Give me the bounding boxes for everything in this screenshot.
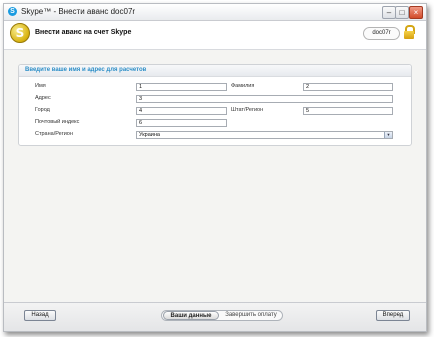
last-name-label: Фамилия xyxy=(231,83,255,89)
section-title: Введите ваше имя и адрес для расчетов xyxy=(25,67,147,73)
forward-button[interactable]: Вперед xyxy=(376,310,410,321)
country-select-value: Украина xyxy=(139,132,160,138)
maximize-button[interactable]: □ xyxy=(395,6,409,19)
state-field[interactable] xyxy=(303,107,393,115)
minimize-button[interactable]: – xyxy=(382,6,396,19)
zip-field[interactable] xyxy=(136,119,227,127)
step-your-details: Ваши данные xyxy=(163,311,219,320)
first-name-field[interactable] xyxy=(136,83,227,91)
progress-steps: Ваши данные Завершить оплату xyxy=(161,310,283,321)
skype-credit-logo xyxy=(10,23,30,43)
zip-label: Почтовый индекс xyxy=(35,119,80,125)
page-header: Внести аванс на счет Skype doc07r xyxy=(4,21,426,50)
country-select[interactable]: Украина ▼ xyxy=(136,131,393,139)
state-label: Штат/Регион xyxy=(231,107,264,113)
section-header: Введите ваше имя и адрес для расчетов xyxy=(19,65,411,77)
window-title: Skype™ - Внести аванс doc07r xyxy=(21,7,136,16)
username-badge: doc07r xyxy=(363,27,400,40)
step-complete-payment: Завершить оплату xyxy=(225,312,277,318)
country-label: Страна/Регион xyxy=(35,131,73,137)
title-bar: S Skype™ - Внести аванс doc07r – □ × xyxy=(4,4,426,21)
skype-icon: S xyxy=(8,7,17,16)
billing-address-section: Введите ваше имя и адрес для расчетов Им… xyxy=(18,64,412,146)
chevron-down-icon[interactable]: ▼ xyxy=(384,132,392,138)
city-label: Город xyxy=(35,107,50,113)
address-field[interactable] xyxy=(136,95,393,103)
footer-bar: Назад Ваши данные Завершить оплату Впере… xyxy=(4,302,426,331)
close-button[interactable]: × xyxy=(409,6,423,19)
last-name-field[interactable] xyxy=(303,83,393,91)
city-field[interactable] xyxy=(136,107,227,115)
page-title: Внести аванс на счет Skype xyxy=(35,29,132,36)
address-label: Адрес xyxy=(35,95,51,101)
first-name-label: Имя xyxy=(35,83,46,89)
back-button[interactable]: Назад xyxy=(24,310,56,321)
lock-icon xyxy=(404,25,415,39)
skype-window: S Skype™ - Внести аванс doc07r – □ × Вне… xyxy=(3,3,427,332)
